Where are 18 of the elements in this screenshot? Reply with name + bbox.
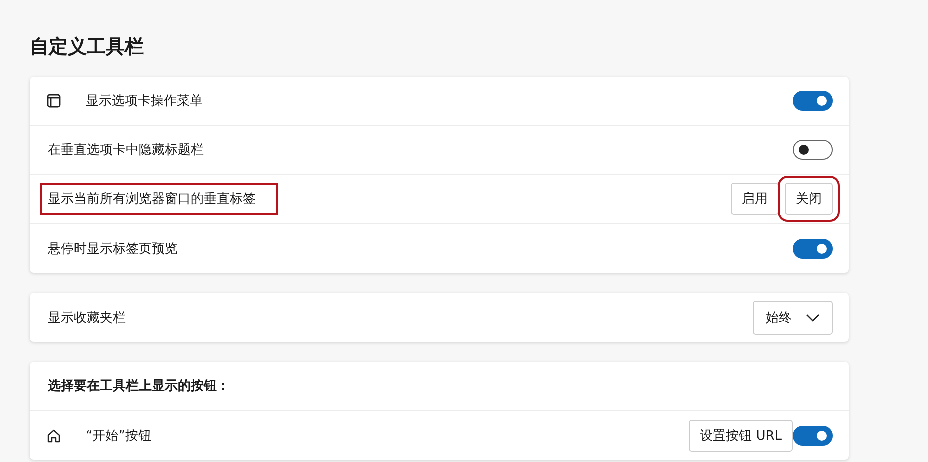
dropdown[interactable]: 始终 [753,300,833,334]
set-url-button[interactable]: 设置按钮 URL [689,420,793,452]
tab-icon [46,93,62,109]
setting-label: 显示选项卡操作菜单 [85,93,204,111]
setting-label: 显示当前所有浏览器窗口的垂直标签 [40,183,278,215]
setting-label: 悬停时显示标签页预览 [47,240,179,258]
toggle-switch[interactable] [793,238,833,258]
toggle-switch[interactable] [793,426,833,446]
setting-label: 显示收藏夹栏 [47,310,127,328]
toggle-switch[interactable] [793,91,833,111]
option-button[interactable]: 启用 [731,183,779,215]
setting-label: 选择要在工具栏上显示的按钮： [47,378,231,396]
home-icon [46,428,62,444]
section-title: 自定义工具栏 [30,35,145,60]
setting-label: “开始”按钮 [85,428,152,446]
setting-label: 在垂直选项卡中隐藏标题栏 [47,142,205,160]
chevron-down-icon [806,314,820,322]
toggle-switch[interactable] [793,140,833,160]
